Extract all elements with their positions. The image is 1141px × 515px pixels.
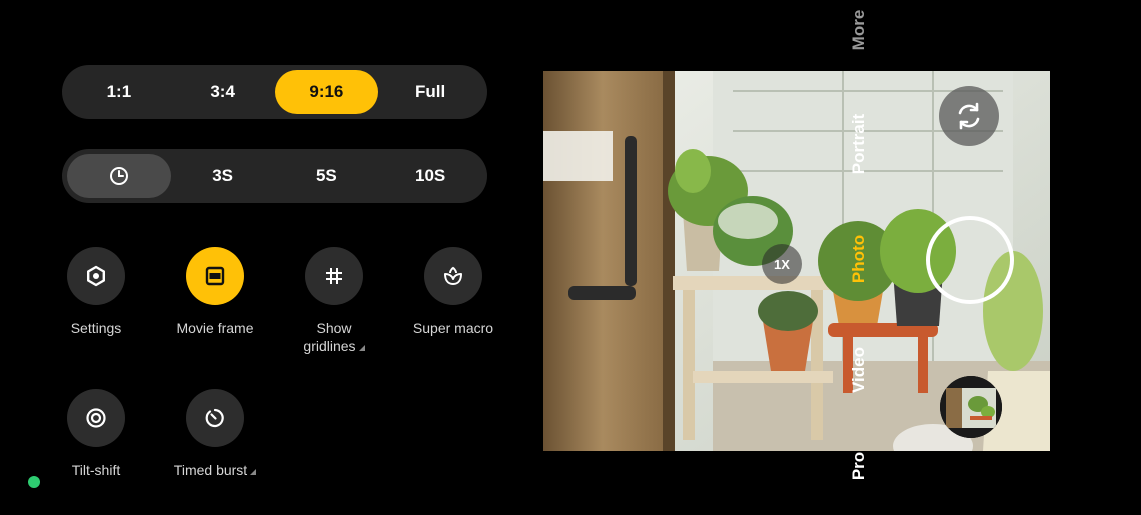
settings-tile[interactable]: Settings — [36, 247, 156, 337]
mode-video[interactable]: Video — [849, 345, 869, 395]
gear-icon — [87, 265, 105, 287]
timer-off-option[interactable] — [67, 154, 171, 198]
tilt-shift-label: Tilt-shift — [71, 462, 121, 478]
ratio-1-1-option[interactable]: 1:1 — [67, 70, 171, 114]
movie-frame-tile[interactable]: Movie frame — [155, 247, 275, 337]
zoom-label: 1X — [774, 256, 790, 272]
settings-button[interactable] — [67, 247, 125, 305]
grid-icon — [326, 268, 342, 284]
ratio-full-option[interactable]: Full — [378, 70, 482, 114]
timer-10s-option[interactable]: 10S — [378, 154, 482, 198]
super-macro-tile[interactable]: Super macro — [393, 247, 513, 337]
timed-burst-button[interactable] — [186, 389, 244, 447]
show-gridlines-tile[interactable]: Show gridlines — [274, 247, 394, 355]
show-gridlines-button[interactable] — [305, 247, 363, 305]
timer-selector: 3S 5S 10S — [62, 149, 487, 203]
movie-frame-icon — [205, 266, 225, 286]
super-macro-button[interactable] — [424, 247, 482, 305]
ratio-9-16-option[interactable]: 9:16 — [274, 70, 379, 114]
gallery-thumbnail[interactable] — [940, 376, 1002, 438]
tilt-shift-tile[interactable]: Tilt-shift — [36, 389, 156, 479]
ratio-3-4-option[interactable]: 3:4 — [171, 70, 275, 114]
tilt-shift-icon — [86, 408, 106, 428]
timer-5s-option[interactable]: 5S — [275, 154, 379, 198]
aspect-ratio-selector: 1:1 3:4 9:16 Full — [62, 65, 487, 119]
mode-photo[interactable]: Photo — [849, 234, 869, 284]
timer-icon — [109, 167, 128, 185]
zoom-indicator[interactable]: 1X — [762, 244, 802, 284]
timed-burst-label: Timed burst — [155, 461, 275, 479]
super-macro-label: Super macro — [412, 320, 494, 336]
camera-viewfinder[interactable]: 1X — [543, 71, 1050, 451]
mode-portrait[interactable]: Portrait — [849, 109, 869, 179]
switch-camera-icon — [958, 102, 980, 130]
show-gridlines-text: Show gridlines — [303, 320, 356, 354]
status-indicator-dot — [28, 476, 40, 488]
timer-3s-option[interactable]: 3S — [171, 154, 275, 198]
expand-indicator-icon — [358, 345, 365, 351]
movie-frame-button[interactable] — [186, 247, 244, 305]
timed-burst-text: Timed burst — [173, 462, 248, 478]
switch-camera-button[interactable] — [939, 86, 999, 146]
mode-pro[interactable]: Pro — [849, 451, 869, 481]
timed-burst-tile[interactable]: Timed burst — [155, 389, 275, 479]
gallery-thumbnail-image — [940, 376, 1002, 438]
shutter-button[interactable] — [926, 216, 1014, 304]
timer-burst-icon — [205, 408, 224, 428]
expand-indicator-icon — [250, 469, 257, 475]
mode-more[interactable]: More — [849, 9, 869, 51]
show-gridlines-label: Show gridlines — [299, 319, 369, 355]
movie-frame-label: Movie frame — [176, 320, 254, 336]
flower-icon — [444, 266, 462, 285]
tilt-shift-button[interactable] — [67, 389, 125, 447]
settings-label: Settings — [70, 320, 122, 336]
